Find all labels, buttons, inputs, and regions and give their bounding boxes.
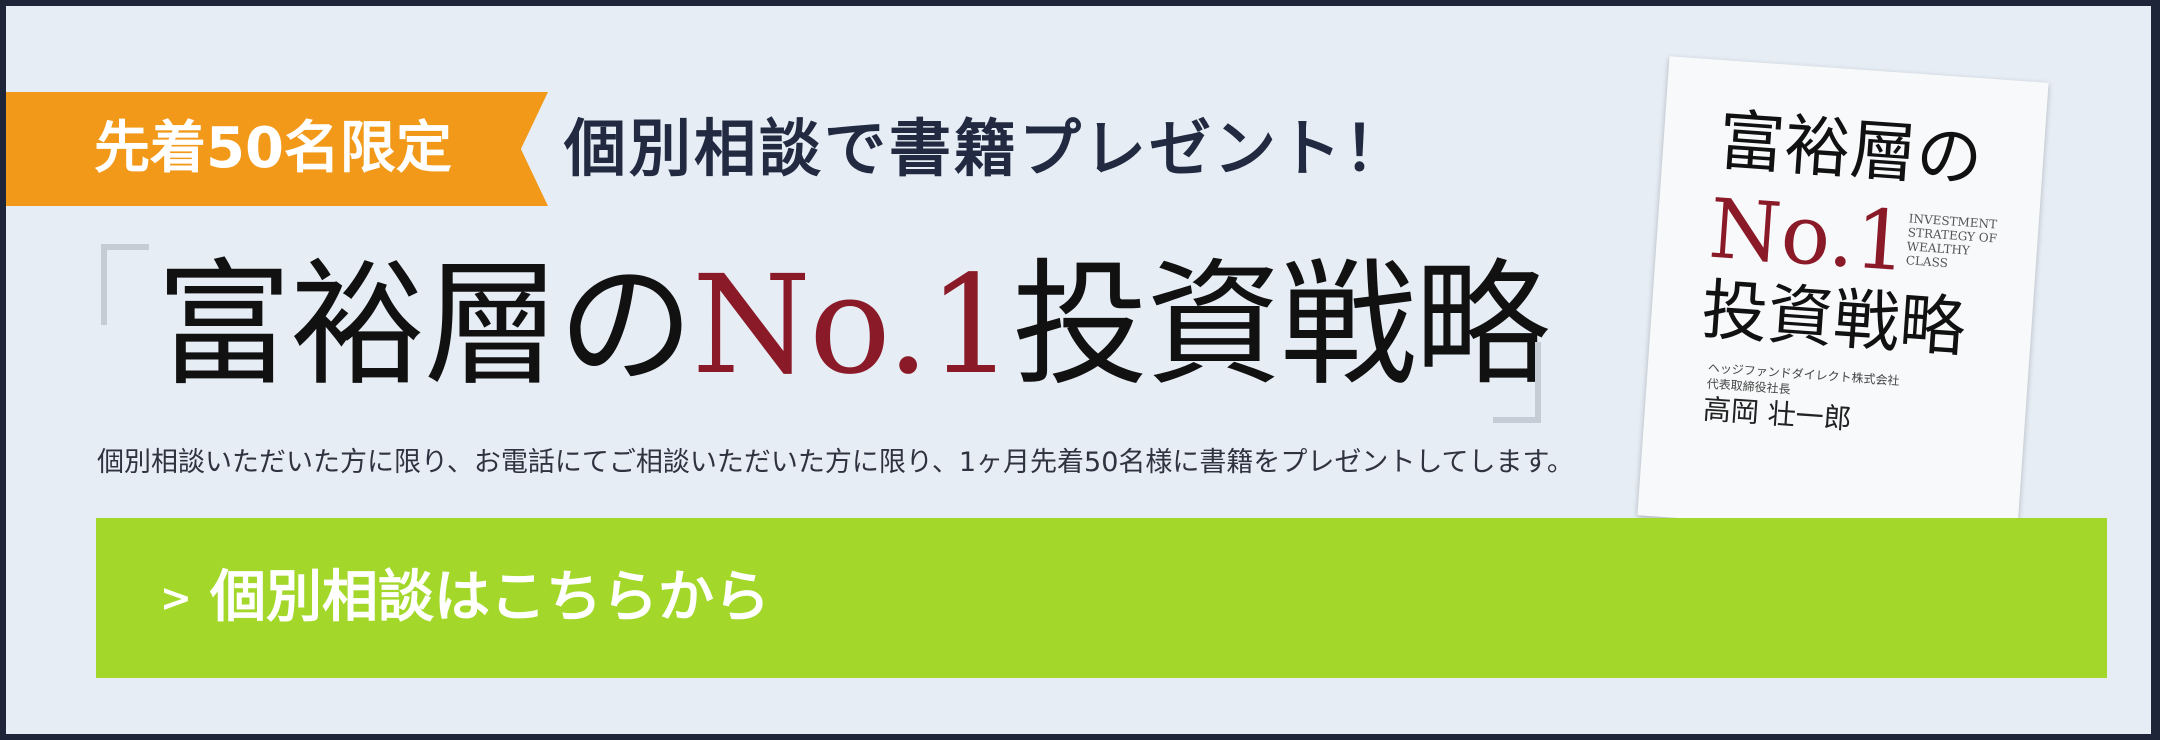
- book-cover-title-line-3: 投資戦略: [1699, 271, 1968, 367]
- description-text: 個別相談いただいた方に限り、お電話にてご相談いただいた方に限り、1ヶ月先着50名…: [97, 447, 1574, 478]
- cta-label: 個別相談はこちらから: [210, 565, 770, 630]
- limited-offer-ribbon: 先着50名限定: [6, 92, 548, 206]
- book-cover-english-title: INVESTMENT STRATEGY OF WEALTHY CLASS: [1905, 211, 1998, 273]
- title-part-2: 投資戦略: [1012, 247, 1550, 405]
- chevron-right-icon: >: [160, 576, 192, 620]
- title-part-1: 富裕層の: [156, 247, 694, 405]
- consultation-cta-button[interactable]: > 個別相談はこちらから: [96, 518, 2107, 678]
- headline: 個別相談で書籍プレゼント！: [564, 112, 1410, 185]
- open-bracket-decoration: [101, 244, 149, 325]
- ribbon-label: 先着50名限定: [94, 116, 452, 181]
- title-accent: No.1: [692, 247, 1014, 405]
- promo-banner: 先着50名限定 個別相談で書籍プレゼント！ 富裕層のNo.1投資戦略 個別相談い…: [6, 6, 2151, 734]
- book-title: 富裕層のNo.1投資戦略: [156, 246, 1550, 406]
- book-cover-image: 富裕層の No.1 INVESTMENT STRATEGY OF WEALTHY…: [1637, 56, 2049, 542]
- close-bracket-decoration: [1493, 342, 1541, 423]
